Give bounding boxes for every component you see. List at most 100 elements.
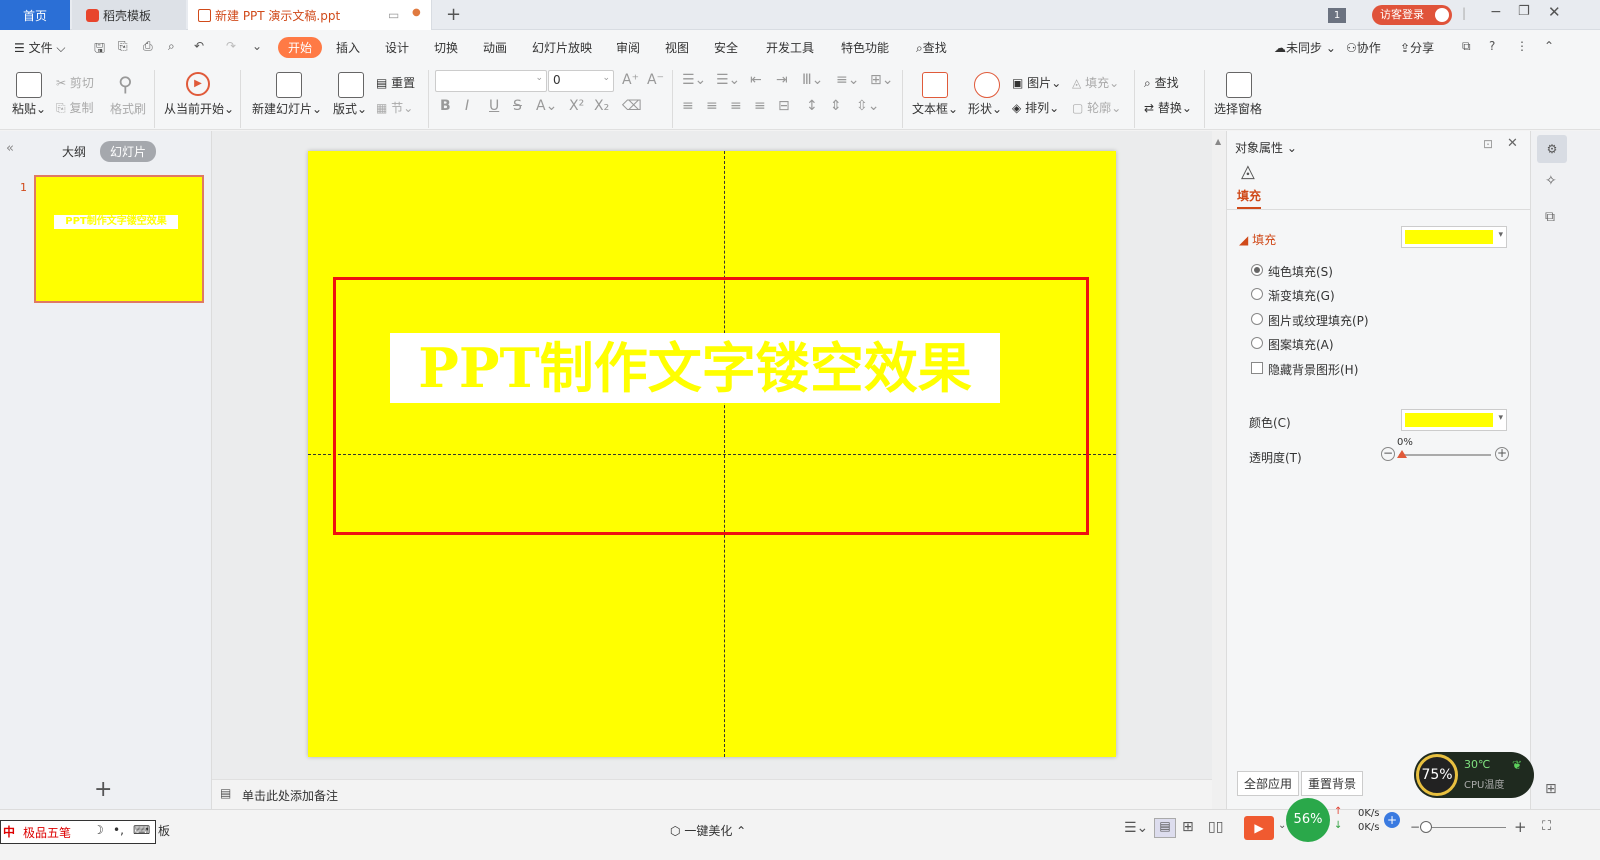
increase-indent-icon[interactable]: ⇥ [776, 72, 788, 88]
tab-start[interactable]: 开始 [278, 37, 323, 58]
font-size-select[interactable]: 0 ⌄ [548, 70, 614, 92]
hide-background-checkbox[interactable] [1251, 362, 1263, 374]
text-direction-icon[interactable]: Ⅲ⌄ [802, 72, 823, 88]
ime-toolbar[interactable]: 中 极品五笔 ☽ •, ⌨ [0, 820, 156, 844]
distribute-icon[interactable]: ⊟ [778, 98, 790, 114]
properties-icon[interactable]: ⚙ [1537, 135, 1567, 163]
comments-icon[interactable]: ⧉ [1462, 39, 1471, 54]
font-color-icon[interactable]: A⌄ [536, 98, 557, 114]
more-icon[interactable]: ⋮ [1516, 39, 1528, 53]
collapse-panel-icon[interactable]: « [6, 141, 14, 156]
paste-button[interactable]: 粘贴⌄ [12, 100, 46, 117]
bullet-list-icon[interactable]: ☰⌄ [682, 72, 706, 88]
outline-tab[interactable]: 大纲 [62, 143, 86, 160]
italic-icon[interactable]: I [465, 98, 469, 114]
beautify-button[interactable]: ⬡ 一键美化 ⌃ [670, 822, 746, 839]
zoom-out-icon[interactable]: − [1410, 820, 1420, 834]
add-slide-button[interactable]: + [94, 777, 112, 802]
tab-review[interactable]: 审阅 [616, 39, 640, 56]
clear-format-icon[interactable]: ⌫ [622, 98, 642, 114]
reading-view-icon[interactable]: ▯▯ [1208, 819, 1223, 835]
notes-area[interactable]: ▤ 单击此处添加备注 [212, 779, 1212, 809]
columns-icon[interactable]: ⊞⌄ [870, 72, 893, 88]
zoom-slider[interactable] [1430, 827, 1506, 828]
shrink-font-icon[interactable]: A⁻ [647, 72, 664, 88]
fill-color-dropdown[interactable]: ▾ [1401, 226, 1507, 248]
tab-transition[interactable]: 切换 [434, 39, 458, 56]
align-right-icon[interactable]: ≡ [730, 98, 742, 114]
cut-button[interactable]: ✂ 剪切 [56, 74, 94, 91]
align-center-icon[interactable]: ≡ [706, 98, 718, 114]
section-button[interactable]: ▦ 节⌄ [376, 99, 413, 116]
close-window-button[interactable]: ✕ [1548, 3, 1561, 21]
zoom-in-icon[interactable]: + [1514, 818, 1527, 836]
tab-insert[interactable]: 插入 [336, 39, 360, 56]
apply-all-button[interactable]: 全部应用 [1237, 771, 1300, 796]
shape-effects-icon[interactable]: ⧉ [1545, 209, 1555, 225]
subscript-icon[interactable]: X₂ [594, 98, 609, 114]
print-icon[interactable]: ⎙ [143, 39, 153, 54]
restore-button[interactable]: ❐ [1518, 4, 1530, 19]
picture-button[interactable]: ▣ 图片⌄ [1012, 74, 1061, 91]
reset-background-button[interactable]: 重置背景 [1301, 771, 1364, 796]
tab-features[interactable]: 特色功能 [841, 39, 889, 56]
fill-button[interactable]: ◬ 填充⌄ [1072, 74, 1119, 91]
cpu-widget[interactable]: 75% 30℃ CPU温度 ❦ [1414, 752, 1534, 798]
vertical-scrollbar[interactable]: ▲ [1212, 131, 1226, 809]
tab-security[interactable]: 安全 [714, 39, 738, 56]
undo-icon[interactable]: ↶ [194, 39, 204, 53]
sync-status[interactable]: ☁未同步 ⌄ [1274, 39, 1336, 56]
collaborate-button[interactable]: ⚇协作 [1346, 39, 1381, 56]
slide-sorter-icon[interactable]: ⊞ [1182, 819, 1194, 835]
tab-animation[interactable]: 动画 [483, 39, 507, 56]
justify-icon[interactable]: ≡ [754, 98, 766, 114]
memory-usage[interactable]: 56% [1286, 798, 1330, 842]
menu-search[interactable]: ⌕查找 [916, 39, 947, 56]
radio-solid-fill[interactable] [1251, 264, 1263, 276]
paragraph-settings-icon[interactable]: ⇳⌄ [856, 98, 879, 114]
radio-pattern-fill[interactable] [1251, 337, 1263, 349]
zoom-slider-thumb[interactable] [1420, 821, 1432, 833]
numbered-list-icon[interactable]: ☰⌄ [716, 72, 740, 88]
fit-window-icon[interactable]: ⛶ [1542, 819, 1551, 834]
new-slide-button[interactable]: 新建幻灯片⌄ [252, 100, 322, 117]
print-preview-icon[interactable]: ⌕ [168, 39, 175, 54]
tab-home[interactable]: 首页 [0, 0, 70, 30]
play-from-current-button[interactable]: 从当前开始⌄ [164, 100, 234, 117]
tab-docer-templates[interactable]: 稻壳模板 [72, 0, 186, 30]
animation-icon[interactable]: ✧ [1545, 173, 1557, 189]
transparency-slider-thumb[interactable] [1397, 450, 1407, 458]
panel-title[interactable]: 对象属性 ⌄ [1235, 139, 1297, 156]
tab-developer[interactable]: 开发工具 [766, 39, 814, 56]
help-icon[interactable]: ? [1489, 39, 1495, 53]
boost-icon[interactable]: + [1384, 812, 1400, 828]
paragraph-spacing-icon[interactable]: ⇕ [830, 98, 842, 114]
new-tab-button[interactable]: + [446, 4, 461, 25]
decrease-indent-icon[interactable]: ⇤ [750, 72, 762, 88]
find-button[interactable]: ⌕ 查找 [1144, 74, 1179, 91]
collapse-ribbon-icon[interactable]: ⌃ [1544, 39, 1554, 53]
fill-tab[interactable]: 填充 [1237, 187, 1262, 209]
decrease-transparency-button[interactable]: − [1381, 447, 1395, 461]
redo-icon[interactable]: ↷ [226, 39, 236, 53]
radio-gradient-fill[interactable] [1251, 288, 1263, 300]
copy-button[interactable]: ⎘ 复制 [56, 99, 93, 116]
selection-pane-button[interactable]: 选择窗格 [1214, 100, 1262, 117]
guest-login-button[interactable]: 访客登录 [1372, 5, 1452, 25]
font-name-select[interactable]: ⌄ [435, 70, 547, 92]
tab-design[interactable]: 设计 [385, 39, 409, 56]
play-slideshow-button[interactable]: ▶ [1244, 816, 1274, 840]
shape-button[interactable]: 形状⌄ [968, 100, 1002, 117]
export-icon[interactable]: ⎘ [118, 39, 128, 54]
lock-icon[interactable]: ⊡ [1483, 137, 1493, 151]
tab-view[interactable]: 视图 [665, 39, 689, 56]
normal-view-icon[interactable]: ▤ [1154, 818, 1176, 838]
share-button[interactable]: ⇪分享 [1400, 39, 1434, 56]
superscript-icon[interactable]: X² [569, 98, 584, 114]
align-text-icon[interactable]: ≡⌄ [836, 72, 859, 88]
apps-icon[interactable]: ⊞ [1545, 781, 1557, 797]
window-count-badge[interactable]: 1 [1328, 8, 1346, 23]
line-spacing-icon[interactable]: ↕ [806, 98, 818, 114]
slide-title-textbox[interactable]: PPT制作文字镂空效果 [390, 333, 1000, 403]
slide-thumbnail[interactable]: PPT制作文字镂空效果 [34, 175, 204, 303]
